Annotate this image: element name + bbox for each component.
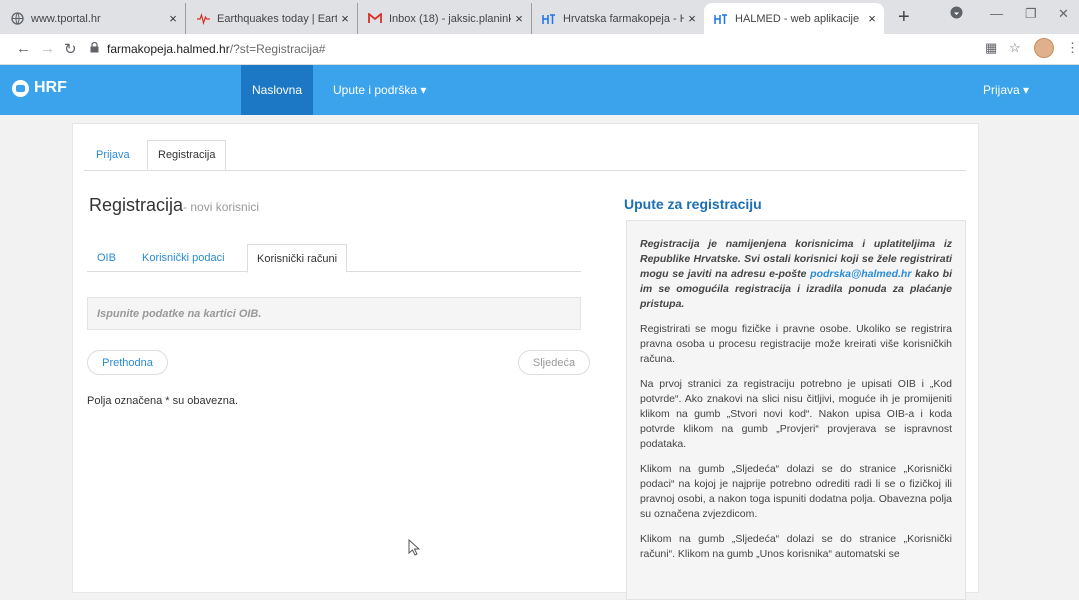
halmed-icon	[542, 12, 556, 26]
close-window-icon[interactable]: ✕	[1058, 6, 1069, 22]
menu-dots-icon[interactable]: ⋮	[1066, 40, 1079, 56]
site-logo[interactable]: HRF	[12, 79, 67, 97]
help-panel: Registracija je namijenjena korisnicima …	[626, 220, 966, 600]
logo-icon	[12, 79, 29, 97]
url-path: /?st=Registracija#	[229, 42, 326, 56]
close-tab-icon[interactable]: ×	[337, 11, 353, 26]
required-fields-note: Polja označena * su obavezna.	[87, 395, 239, 407]
close-tab-icon[interactable]: ×	[864, 11, 880, 26]
close-tab-icon[interactable]: ×	[511, 11, 527, 26]
auth-tabs: Prijava Registracija	[84, 140, 966, 171]
browser-tab-title: Inbox (18) - jaksic.planink	[389, 12, 511, 25]
browser-tab[interactable]: www.tportal.hr ×	[0, 3, 186, 34]
nav-item-upute-dropdown[interactable]: Upute i podrška ▾	[322, 65, 437, 115]
page-title: Registracija- novi korisnici	[89, 195, 259, 216]
new-tab-button[interactable]: +	[898, 6, 910, 29]
browser-tab-active[interactable]: HALMED - web aplikacije ×	[704, 3, 884, 34]
browser-tab-title: HALMED - web aplikacije	[735, 12, 860, 25]
mouse-cursor-icon	[408, 538, 421, 559]
previous-button[interactable]: Prethodna	[87, 350, 168, 375]
minimize-icon[interactable]: —	[990, 6, 1003, 21]
scrollbar[interactable]	[1071, 115, 1079, 579]
content-card: Prijava Registracija Registracija- novi …	[72, 123, 979, 600]
close-tab-icon[interactable]: ×	[165, 11, 181, 26]
reload-icon[interactable]: ↻	[64, 40, 77, 58]
tab-registracija[interactable]: Registracija	[147, 140, 227, 170]
earthquake-icon	[196, 12, 210, 26]
forward-arrow-icon[interactable]: →	[40, 40, 55, 57]
globe-icon	[10, 12, 24, 26]
browser-tab-title: Earthquakes today | Earth	[217, 12, 337, 25]
browser-tab[interactable]: Hrvatska farmakopeja - H ×	[532, 3, 704, 34]
next-button[interactable]: Sljedeća	[518, 350, 590, 375]
help-paragraph: Registrirati se mogu fizičke i pravne os…	[640, 323, 952, 365]
help-title: Upute za registraciju	[624, 196, 762, 212]
browser-tab[interactable]: Inbox (18) - jaksic.planink ×	[358, 3, 532, 34]
info-notice: Ispunite podatke na kartici OIB.	[87, 297, 581, 330]
translate-icon[interactable]: ▦	[985, 40, 997, 56]
browser-tab-title: www.tportal.hr	[31, 12, 101, 25]
browser-tab[interactable]: Earthquakes today | Earth ×	[186, 3, 358, 34]
page-title-text: Registracija	[89, 195, 184, 215]
halmed-icon	[714, 12, 728, 26]
tab-korisnicki-racuni[interactable]: Korisnički računi	[247, 244, 348, 273]
login-dropdown[interactable]: Prijava ▾	[972, 65, 1040, 115]
url-domain: farmakopeja.halmed.hr	[107, 42, 230, 56]
tab-oib[interactable]: OIB	[97, 244, 116, 271]
help-paragraph: Klikom na gumb „Sljedeća“ dolazi se do s…	[640, 533, 952, 560]
registration-step-tabs: OIB Korisnički podaci Korisnički računi	[87, 244, 581, 273]
browser-tab-strip: www.tportal.hr × Earthquakes today | Ear…	[0, 0, 1079, 34]
address-bar[interactable]: farmakopeja.halmed.hr/?st=Registracija#	[90, 38, 960, 60]
site-navbar: HRF Naslovna Upute i podrška ▾ Prijava ▾	[0, 65, 1079, 115]
profile-dot-icon[interactable]	[950, 6, 963, 22]
support-email-link[interactable]: podrska@halmed.hr	[810, 268, 911, 280]
gmail-icon	[368, 12, 382, 26]
browser-tab-title: Hrvatska farmakopeja - H	[563, 12, 684, 25]
lock-icon	[90, 41, 99, 56]
avatar[interactable]	[1034, 38, 1054, 58]
tab-korisnicki-podaci[interactable]: Korisnički podaci	[142, 244, 225, 271]
tab-prijava[interactable]: Prijava	[96, 140, 130, 170]
help-paragraph: Na prvoj stranici za registraciju potreb…	[640, 378, 952, 450]
logo-text: HRF	[34, 79, 67, 96]
page-subtitle: - novi korisnici	[183, 200, 260, 214]
nav-item-naslovna[interactable]: Naslovna	[241, 65, 314, 115]
back-arrow-icon[interactable]: ←	[16, 40, 31, 57]
maximize-icon[interactable]: ❐	[1025, 6, 1037, 22]
browser-toolbar: ← → ↻ farmakopeja.halmed.hr/?st=Registra…	[0, 34, 1079, 65]
help-paragraph: Klikom na gumb „Sljedeća“ dolazi se do s…	[640, 463, 952, 520]
star-icon[interactable]: ☆	[1009, 40, 1021, 56]
close-tab-icon[interactable]: ×	[684, 11, 700, 26]
help-intro: Registracija je namijenjena korisnicima …	[640, 237, 952, 312]
